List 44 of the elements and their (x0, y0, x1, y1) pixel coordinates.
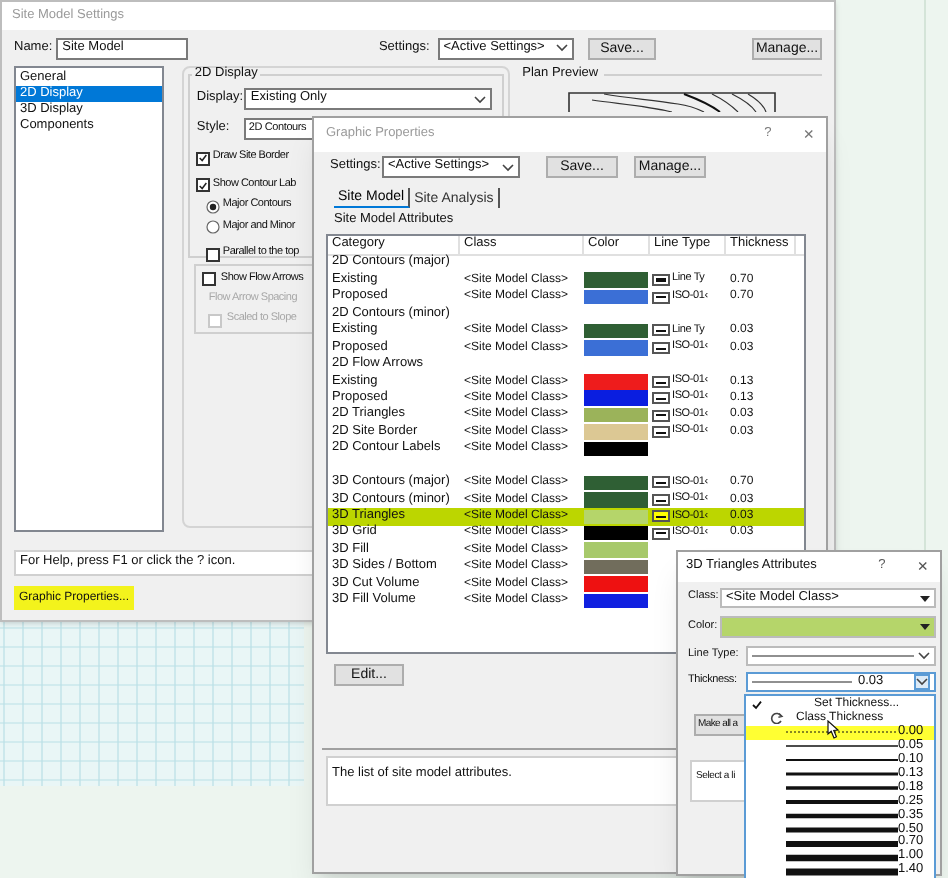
line-swatch (652, 409, 670, 422)
line-icon (752, 680, 852, 684)
cursor-icon (824, 720, 840, 740)
line-swatch (652, 291, 670, 304)
line-weight-icon (786, 742, 898, 751)
checkbox[interactable] (196, 151, 211, 165)
line-weight-icon (786, 825, 898, 834)
line-weight-icon (786, 811, 898, 820)
checkbox[interactable] (196, 178, 211, 192)
line-weight-icon (786, 756, 898, 765)
line-weight-icon (786, 783, 898, 792)
line-weight-icon (786, 770, 898, 779)
line-swatch (652, 493, 670, 506)
line-swatch (652, 324, 670, 337)
line-weight-icon (786, 853, 898, 862)
line-weight-icon (786, 728, 898, 737)
line-weight-icon (786, 867, 898, 876)
radio-button[interactable] (206, 199, 221, 213)
line-swatch (652, 341, 670, 354)
line-swatch (652, 426, 670, 439)
color-picker[interactable] (720, 616, 936, 638)
checkbox[interactable] (202, 272, 217, 286)
chevron-down-icon (555, 44, 568, 52)
line-swatch (652, 375, 670, 388)
refresh-icon (770, 712, 784, 725)
line-weight-icon (786, 839, 898, 848)
chevron-down-icon (502, 163, 514, 171)
line-swatch (652, 527, 670, 540)
close-icon[interactable]: × (803, 126, 814, 144)
line-swatch (652, 510, 670, 523)
line-type-dropdown[interactable] (746, 646, 936, 666)
line-icon (752, 654, 914, 658)
line-weight-icon (786, 797, 898, 806)
line-swatch (652, 476, 670, 489)
checkbox[interactable] (206, 247, 221, 261)
line-swatch (652, 274, 670, 287)
chevron-down-icon (474, 95, 487, 103)
radio-button[interactable] (206, 220, 221, 234)
caret-icon (920, 595, 930, 601)
close-icon[interactable]: × (917, 558, 928, 576)
chevron-down-icon (918, 652, 930, 660)
line-swatch (652, 392, 670, 405)
chevron-down-icon (916, 678, 928, 686)
caret-icon (920, 624, 930, 630)
